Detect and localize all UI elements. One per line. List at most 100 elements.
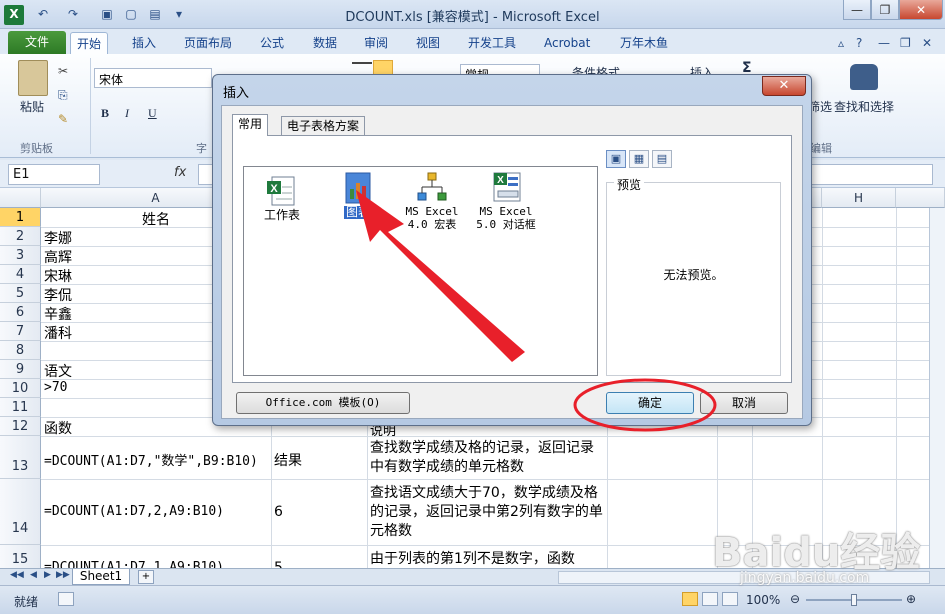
row-header[interactable]: 7 — [0, 322, 41, 341]
cell-a12[interactable]: 函数 — [44, 418, 72, 438]
ok-button[interactable]: 确定 — [606, 392, 694, 414]
cell-c15[interactable]: 由于列表的第1列不是数字，函数 — [370, 548, 575, 568]
row-header[interactable]: 11 — [0, 398, 41, 417]
tab-insert[interactable]: 插入 — [126, 32, 162, 54]
binoculars-icon[interactable] — [850, 64, 878, 90]
minimize-button[interactable]: — — [843, 0, 871, 20]
format-painter-icon[interactable]: ✎ — [58, 112, 68, 126]
zoom-out-icon[interactable]: ⊖ — [790, 592, 800, 606]
column-header-i[interactable] — [896, 188, 945, 208]
tab-spreadsheet-solutions[interactable]: 电子表格方案 — [281, 116, 366, 136]
paste-icon[interactable] — [18, 60, 48, 96]
zoom-slider-thumb[interactable] — [851, 594, 857, 606]
row-header[interactable]: 5 — [0, 284, 41, 303]
cell-a9[interactable]: 语文 — [44, 361, 72, 381]
page-layout-view-icon[interactable] — [702, 592, 718, 606]
chart-icon[interactable] — [340, 171, 376, 205]
cell-a7[interactable]: 潘科 — [44, 323, 72, 343]
row-header[interactable]: 3 — [0, 246, 41, 265]
italic-button[interactable]: I — [125, 106, 129, 121]
cell-c13[interactable]: 查找数学成绩及格的记录，返回记录中有数学成绩的单元格数 — [370, 439, 604, 477]
macro-sheet-label[interactable]: MS Excel 4.0 宏表 — [400, 205, 464, 231]
select-all-corner[interactable] — [0, 188, 41, 208]
sheet-nav-next-icon[interactable]: ▶ — [44, 570, 51, 580]
insert-function-icon[interactable]: fx — [174, 165, 186, 180]
row-header[interactable]: 13 — [0, 436, 41, 479]
sheet-nav-first-icon[interactable]: ◀◀ — [10, 570, 24, 580]
tab-wannian-muyu[interactable]: 万年木鱼 — [614, 32, 674, 54]
vertical-scrollbar[interactable] — [929, 208, 945, 568]
worksheet-label[interactable]: 工作表 — [252, 209, 312, 222]
row-header[interactable]: 15 — [0, 545, 41, 568]
dialog-close-button[interactable]: ✕ — [762, 76, 806, 96]
cell-a14[interactable]: =DCOUNT(A1:D7,2,A9:B10) — [44, 504, 224, 519]
list-view-icon[interactable]: ▦ — [629, 150, 649, 168]
cell-c14[interactable]: 查找语文成绩大于70，数学成绩及格的记录，返回记录中第2列有数字的单元格数 — [370, 484, 606, 541]
sheet-nav-prev-icon[interactable]: ◀ — [30, 570, 37, 580]
cell-a10[interactable]: >70 — [44, 380, 67, 395]
worksheet-icon[interactable]: X — [264, 175, 300, 209]
bold-button[interactable]: B — [101, 106, 109, 121]
row-header[interactable]: 10 — [0, 379, 41, 398]
cell-a4[interactable]: 宋琳 — [44, 266, 72, 286]
tab-common[interactable]: 常用 — [232, 114, 269, 136]
chart-label[interactable]: 图表 — [344, 206, 372, 219]
tab-data[interactable]: 数据 — [307, 32, 343, 54]
paste-label[interactable]: 粘贴 — [20, 98, 44, 115]
tab-page-layout[interactable]: 页面布局 — [178, 32, 238, 54]
copy-icon[interactable]: ⎘ — [58, 88, 68, 103]
zoom-level[interactable]: 100% — [746, 593, 780, 607]
row-header[interactable]: 1 — [0, 208, 41, 227]
row-header[interactable]: 8 — [0, 341, 41, 360]
doc-close-icon[interactable]: ✕ — [916, 32, 938, 54]
large-icons-view-icon[interactable]: ▣ — [606, 150, 626, 168]
details-view-icon[interactable]: ▤ — [652, 150, 672, 168]
macro-sheet-icon[interactable] — [414, 171, 450, 205]
row-header[interactable]: 4 — [0, 265, 41, 284]
underline-button[interactable]: U — [148, 106, 157, 121]
doc-restore-icon[interactable]: ❐ — [894, 32, 917, 54]
cell-a13[interactable]: =DCOUNT(A1:D7,"数学",B9:B10) — [44, 450, 258, 469]
row-header[interactable]: 2 — [0, 227, 41, 246]
normal-view-icon[interactable] — [682, 592, 698, 606]
tab-developer[interactable]: 开发工具 — [462, 32, 522, 54]
row-header[interactable]: 12 — [0, 417, 41, 436]
template-icon-list[interactable]: X 工作表 图表 MS Excel 4.0 宏表 X MS Excel 5.0 … — [243, 166, 598, 376]
insert-sheet-icon[interactable]: + — [138, 570, 154, 584]
tab-formulas[interactable]: 公式 — [254, 32, 290, 54]
tab-review[interactable]: 审阅 — [358, 32, 394, 54]
ribbon-collapse-icon[interactable]: ▵ — [832, 32, 850, 54]
macro-record-icon[interactable] — [58, 592, 74, 606]
row-header[interactable]: 6 — [0, 303, 41, 322]
row-header[interactable]: 14 — [0, 479, 41, 545]
dialog-sheet-icon[interactable]: X — [488, 171, 524, 205]
tab-home[interactable]: 开始 — [70, 32, 109, 54]
cut-icon[interactable]: ✂ — [58, 64, 68, 78]
restore-button[interactable]: ❐ — [871, 0, 899, 20]
row-header[interactable]: 9 — [0, 360, 41, 379]
column-header-h[interactable]: H — [822, 188, 896, 208]
find-select-button[interactable]: 查找和选择 — [834, 98, 894, 115]
sheet-tab-sheet1[interactable]: Sheet1 — [72, 569, 130, 585]
tab-file[interactable]: 文件 — [8, 31, 66, 54]
sheet-nav-last-icon[interactable]: ▶▶ — [56, 570, 70, 580]
office-templates-button[interactable]: Office.com 模板(O) — [236, 392, 410, 414]
cell-a15[interactable]: =DCOUNT(A1:D7,1,A9:B10) — [44, 560, 224, 568]
tab-acrobat[interactable]: Acrobat — [538, 32, 596, 54]
page-break-view-icon[interactable] — [722, 592, 738, 606]
font-name-box[interactable]: 宋体 — [94, 68, 212, 88]
cell-b14[interactable]: 6 — [274, 504, 283, 520]
tab-view[interactable]: 视图 — [410, 32, 446, 54]
cell-a2[interactable]: 李娜 — [44, 228, 72, 248]
help-icon[interactable]: ? — [850, 32, 868, 54]
cancel-button[interactable]: 取消 — [700, 392, 788, 414]
cell-b13[interactable]: 结果 — [274, 450, 302, 470]
doc-minimize-icon[interactable]: — — [872, 32, 896, 54]
cell-b15[interactable]: 5 — [274, 560, 283, 568]
dialog-sheet-label[interactable]: MS Excel 5.0 对话框 — [472, 205, 540, 231]
close-window-button[interactable]: ✕ — [899, 0, 943, 20]
cell-a6[interactable]: 辛鑫 — [44, 304, 72, 324]
cell-a3[interactable]: 高辉 — [44, 247, 72, 267]
cell-a5[interactable]: 李侃 — [44, 285, 72, 305]
name-box[interactable]: E1 — [8, 164, 100, 185]
